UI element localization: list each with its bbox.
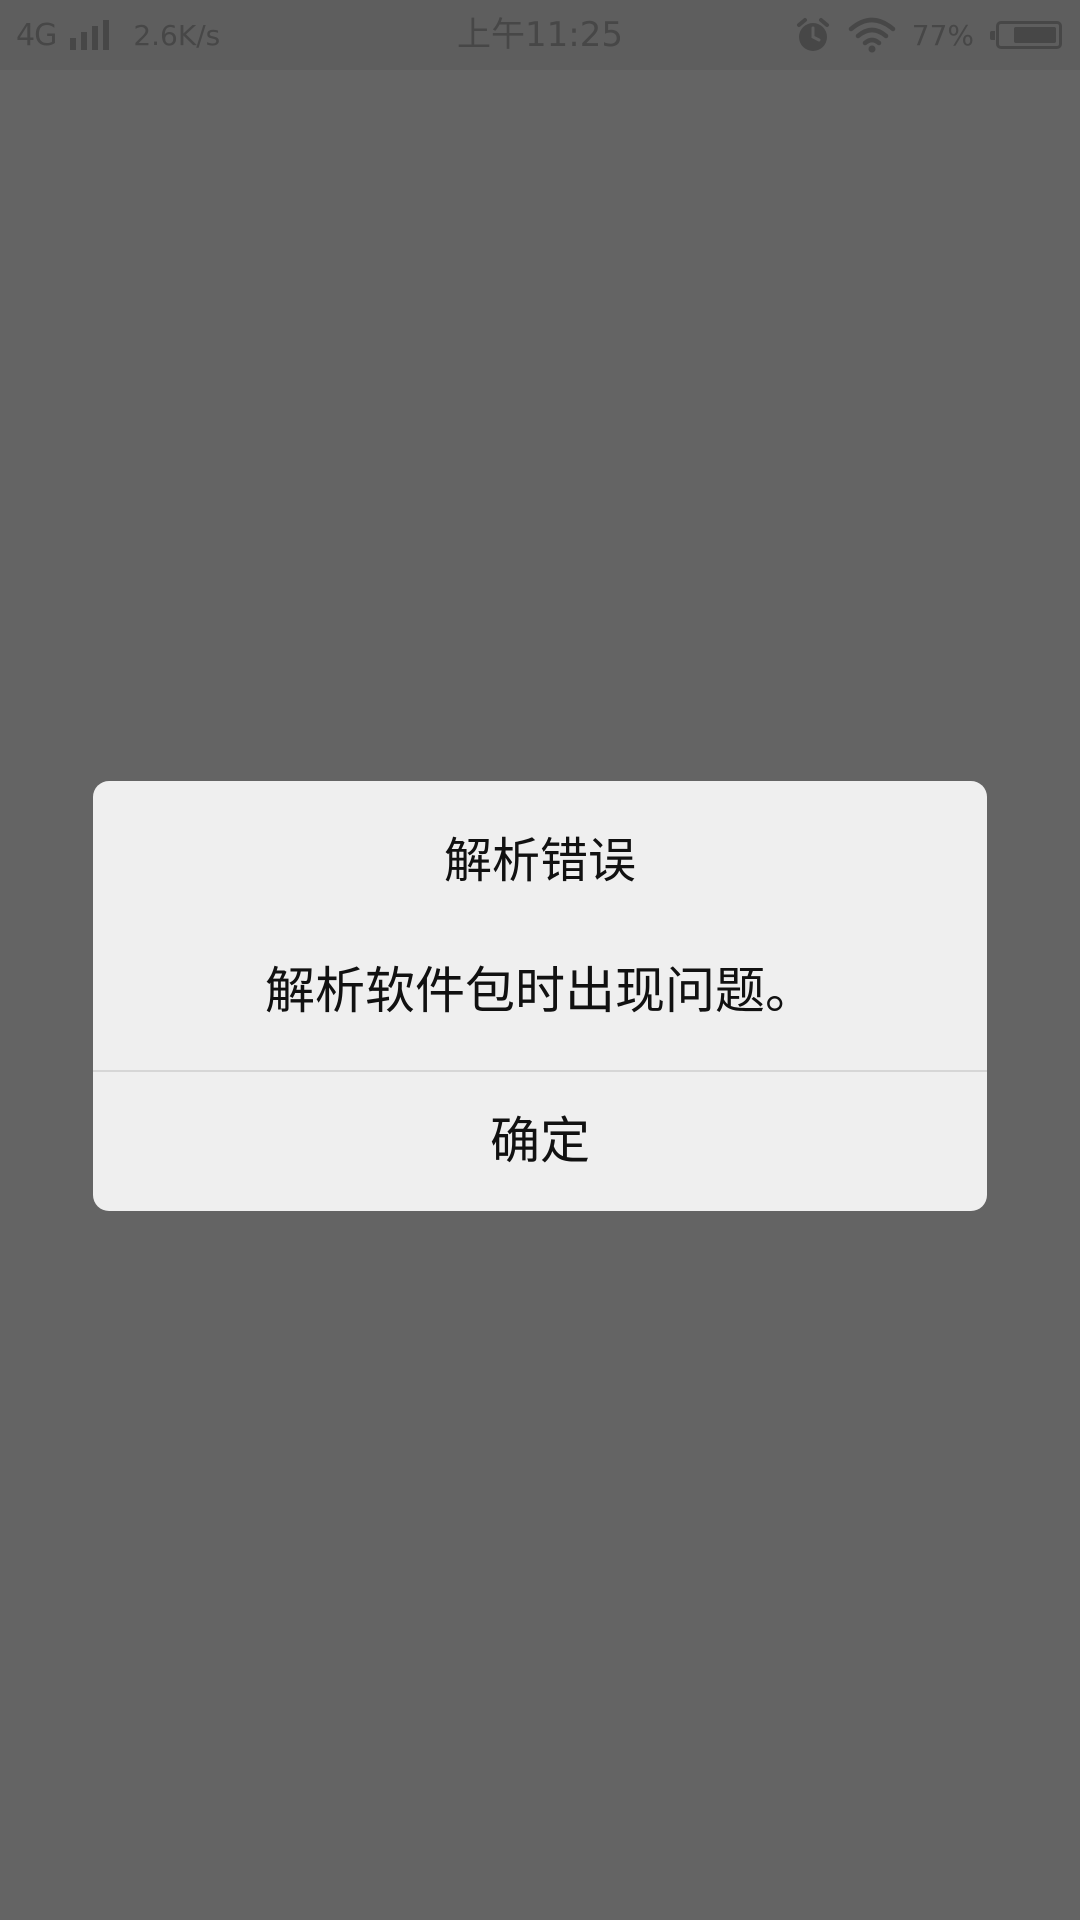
dialog-title: 解析错误	[443, 833, 636, 889]
screen: 4G 2.6K/s 上午11:25 77% 解析错误 解析软件包时出现问题。 确…	[0, 0, 1080, 1920]
dialog-message: 解析软件包时出现问题。	[265, 962, 815, 1020]
battery-percent: 77%	[911, 18, 974, 52]
alarm-icon	[796, 18, 829, 51]
status-bar: 4G 2.6K/s 上午11:25 77%	[0, 0, 1080, 70]
battery-icon	[990, 21, 1062, 49]
battery-fill	[1014, 27, 1056, 43]
error-dialog: 解析错误 解析软件包时出现问题。 确定	[93, 781, 987, 1211]
ok-button[interactable]: 确定	[93, 1072, 987, 1211]
status-right: 77%	[794, 0, 1062, 70]
wifi-icon	[848, 17, 896, 53]
